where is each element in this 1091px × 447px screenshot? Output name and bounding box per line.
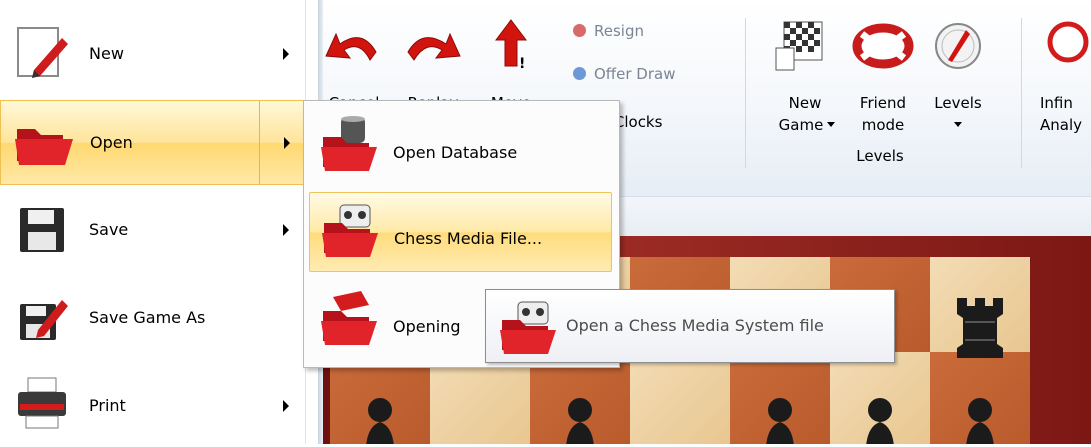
resign-icon (573, 24, 586, 37)
printer-icon (18, 377, 66, 429)
pencil-document-icon (17, 27, 68, 78)
move-up-arrow-icon: ! (495, 19, 527, 72)
menu-item-print[interactable]: Print (0, 362, 305, 447)
resign-label: Resign (594, 22, 644, 40)
infinite-analysis-button[interactable]: Infin Analy (1038, 18, 1091, 138)
ribbon-separator (1021, 18, 1022, 168)
infinite-label-line1: Infin (1040, 94, 1073, 112)
menu-item-label: Open (90, 133, 133, 152)
folder-open-icon (15, 129, 73, 165)
black-rook-piece[interactable] (945, 292, 1015, 362)
submenu-arrow-icon (284, 137, 290, 149)
submenu-item-label: Opening (393, 317, 461, 336)
lifebuoy-icon (852, 23, 914, 69)
database-folder-icon (321, 116, 377, 171)
floppy-pencil-icon (20, 300, 68, 340)
black-pawn-piece[interactable] (748, 392, 812, 444)
infinite-label-line2: Analy (1040, 116, 1083, 134)
offer-draw-icon (573, 67, 586, 80)
menu-item-save-game-as[interactable]: Save Game As (0, 276, 305, 361)
menu-item-label: Save Game As (89, 308, 206, 327)
friend-mode-button[interactable]: Friend mode (848, 18, 918, 134)
levels-label: Levels (934, 94, 982, 112)
submenu-item-label: Open Database (393, 143, 518, 162)
submenu-arrow-icon (283, 48, 289, 60)
black-pawn-piece[interactable] (948, 392, 1012, 444)
menu-item-open[interactable]: Open (0, 100, 305, 185)
redo-button[interactable]: Replay (398, 22, 468, 112)
black-pawn-piece[interactable] (348, 392, 412, 444)
floppy-disk-icon (20, 208, 64, 252)
undo-button[interactable]: Cancel (322, 22, 386, 112)
media-folder-icon (500, 301, 556, 354)
book-folder-icon (321, 291, 377, 345)
friend-mode-label-line1: Friend (859, 94, 907, 112)
chevron-down-icon (827, 122, 835, 127)
file-menu: New Open Save Save Game As Print (0, 0, 306, 444)
ribbon-separator (745, 18, 746, 168)
ribbon-group-levels: Levels (856, 147, 904, 165)
menu-item-new[interactable]: New (0, 10, 305, 95)
levels-dial-icon (935, 23, 981, 69)
menu-item-save[interactable]: Save (0, 188, 305, 273)
chevron-down-icon (954, 122, 962, 127)
move-now-button[interactable]: ! Move (480, 16, 542, 112)
submenu-item-chess-media-file[interactable]: Chess Media File... (309, 192, 612, 272)
magnifier-icon (1047, 21, 1089, 63)
menu-item-label: Print (89, 396, 126, 415)
menu-split-divider (259, 101, 260, 184)
new-game-button[interactable]: New Game (770, 18, 840, 168)
board-square[interactable] (630, 352, 730, 444)
black-pawn-piece[interactable] (848, 392, 912, 444)
new-game-label-line1: New (788, 94, 822, 112)
menu-item-label: Save (89, 220, 129, 239)
new-game-label-line2: Game (778, 116, 824, 134)
tooltip: Open a Chess Media System file (485, 289, 895, 363)
friend-mode-label-line2: mode (861, 116, 905, 134)
undo-arrow-icon (325, 32, 377, 61)
offer-draw-button[interactable]: Offer Draw (573, 65, 675, 83)
levels-button[interactable]: Levels (926, 18, 990, 138)
tooltip-text: Open a Chess Media System file (566, 316, 824, 335)
svg-text:!: ! (519, 56, 525, 72)
submenu-arrow-icon (283, 224, 289, 236)
submenu-item-label: Chess Media File... (394, 229, 543, 248)
menu-item-label: New (89, 44, 124, 63)
submenu-item-open-database[interactable]: Open Database (309, 107, 612, 187)
resign-button[interactable]: Resign (573, 22, 644, 40)
offer-draw-label: Offer Draw (594, 65, 676, 83)
black-pawn-piece[interactable] (548, 392, 612, 444)
submenu-arrow-icon (283, 400, 289, 412)
redo-arrow-icon (407, 32, 461, 61)
media-folder-icon (322, 204, 378, 257)
chessboard-icon (775, 21, 823, 71)
